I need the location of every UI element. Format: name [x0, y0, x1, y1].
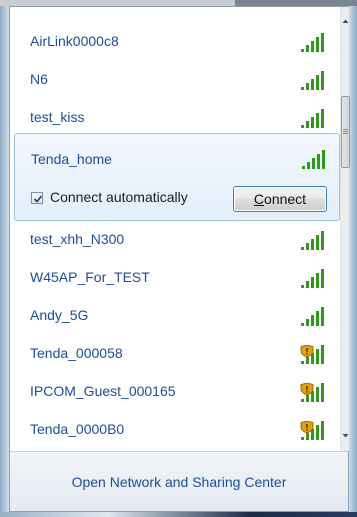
network-ssid: Tenda_0000B0 [30, 421, 125, 437]
wireless-networks-panel: AirLink0000c8 N6 test_kiss Tenda_home Co… [9, 6, 350, 512]
scroll-up-arrow-icon[interactable] [341, 17, 350, 25]
connect-automatically-label[interactable]: Connect automatically [50, 189, 188, 205]
thumb-grip [343, 133, 348, 134]
signal-strength-icon [301, 33, 324, 52]
network-ssid: test_xhh_N300 [30, 231, 125, 247]
network-row[interactable]: Tenda_0000B0 [10, 411, 340, 449]
connect-button[interactable]: Connect [233, 186, 327, 212]
open-network-sharing-center-link[interactable]: Open Network and Sharing Center [10, 474, 348, 490]
thumb-grip [343, 131, 348, 132]
signal-strength-icon [301, 269, 324, 288]
connect-accelerator: C [253, 191, 265, 207]
signal-strength-icon [301, 307, 324, 326]
network-ssid: IPCOM_Guest_000165 [30, 383, 176, 399]
network-ssid: test_kiss [30, 109, 85, 125]
network-ssid: Andy_5G [30, 307, 89, 323]
network-row[interactable]: Andy_5G [10, 297, 340, 335]
connect-label: onnect [264, 191, 307, 207]
network-row[interactable]: W45AP_For_TEST [10, 259, 340, 297]
thumb-grip [343, 129, 348, 130]
network-row[interactable]: N6 [10, 61, 340, 99]
panel-footer: Open Network and Sharing Center [10, 451, 348, 511]
network-ssid: AirLink0000c8 [30, 33, 119, 49]
scroll-down-arrow-icon[interactable] [341, 432, 350, 440]
signal-strength-icon [302, 150, 325, 169]
secured-signal-icon [300, 383, 324, 402]
connect-automatically-checkbox[interactable] [31, 192, 43, 204]
signal-strength-icon [301, 109, 324, 128]
scrollbar-thumb[interactable] [341, 96, 350, 168]
selected-network-ssid: Tenda_home [31, 151, 112, 167]
secured-signal-icon [300, 345, 324, 364]
network-ssid: Tenda_000058 [30, 345, 123, 361]
selected-network-row[interactable]: Tenda_home Connect automatically Connect [14, 133, 340, 221]
checkmark-icon [33, 195, 43, 203]
network-row[interactable]: AirLink0000c8 [10, 23, 340, 61]
signal-strength-icon [301, 71, 324, 90]
network-ssid: N6 [30, 71, 48, 87]
network-row[interactable]: Tenda_000058 [10, 335, 340, 373]
network-list: AirLink0000c8 N6 test_kiss Tenda_home Co… [10, 7, 340, 451]
vertical-scrollbar[interactable] [340, 7, 350, 451]
network-row[interactable]: IPCOM_Guest_000165 [10, 373, 340, 411]
taskbar-edge [0, 512, 357, 517]
network-row[interactable]: test_xhh_N300 [10, 221, 340, 259]
signal-strength-icon [301, 231, 324, 250]
secured-signal-icon [300, 421, 324, 440]
network-ssid: W45AP_For_TEST [30, 269, 150, 285]
network-row[interactable]: test_kiss [10, 99, 340, 137]
